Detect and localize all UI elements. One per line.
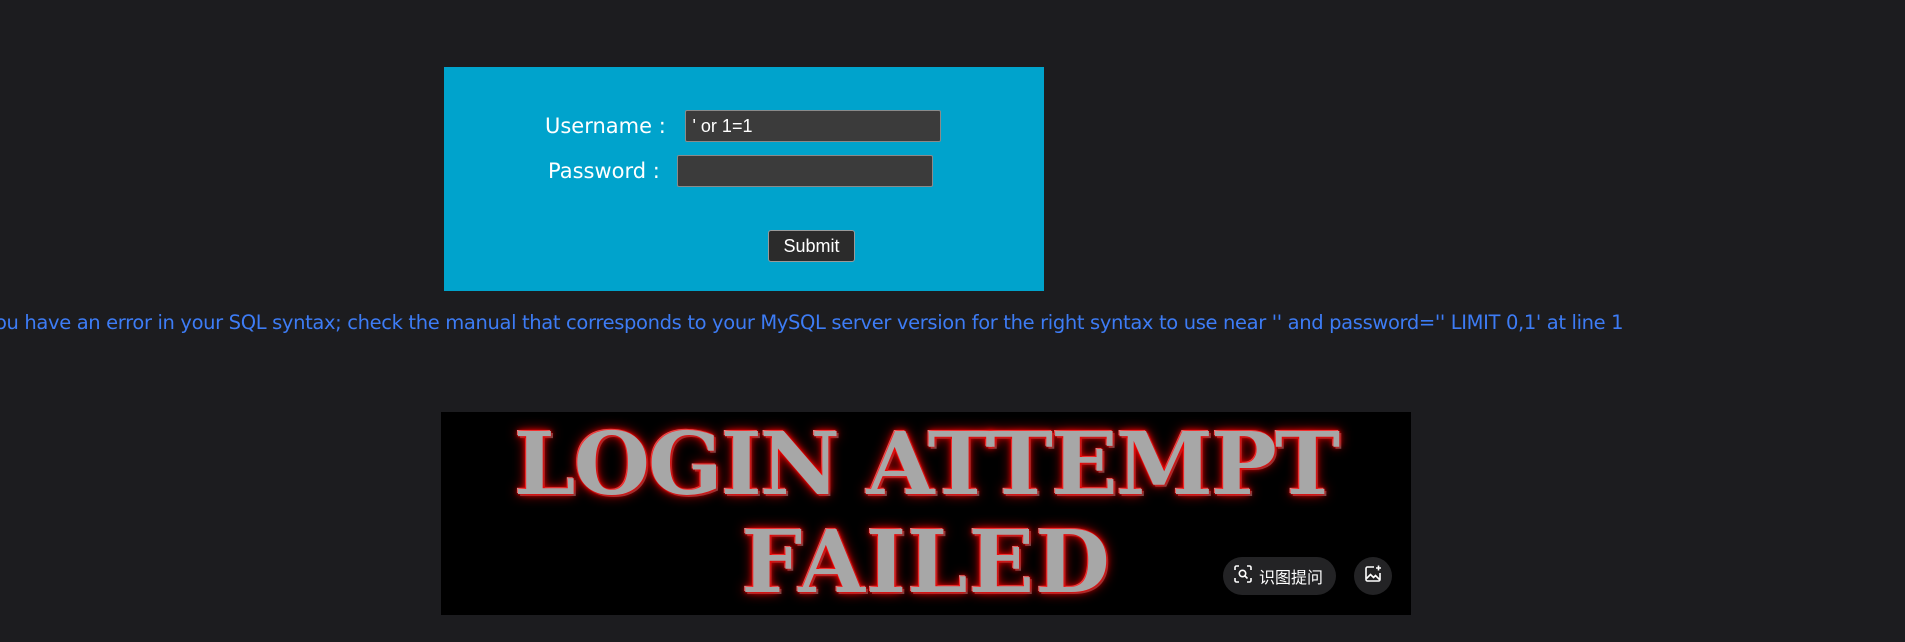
visual-search-label: 识图提问 (1259, 568, 1324, 587)
password-label: Password : (548, 159, 667, 183)
password-row: Password : (548, 155, 933, 187)
login-form-panel: Username : Password : Submit (444, 67, 1044, 291)
scan-icon (1233, 564, 1253, 588)
visual-search-button[interactable]: 识图提问 (1223, 557, 1337, 595)
password-input[interactable] (676, 155, 933, 187)
image-sparkle-icon (1363, 564, 1383, 589)
image-action-button[interactable] (1354, 557, 1392, 595)
sql-error-message: You have an error in your SQL syntax; ch… (0, 311, 1624, 334)
banner-line-1: LOGIN ATTEMPT (513, 414, 1340, 515)
submit-button[interactable]: Submit (768, 230, 855, 262)
login-failed-image: LOGIN ATTEMPT FAILED 识图提问 (441, 412, 1411, 615)
username-label: Username : (545, 114, 673, 138)
username-input[interactable] (685, 110, 942, 142)
username-row: Username : (545, 110, 942, 142)
